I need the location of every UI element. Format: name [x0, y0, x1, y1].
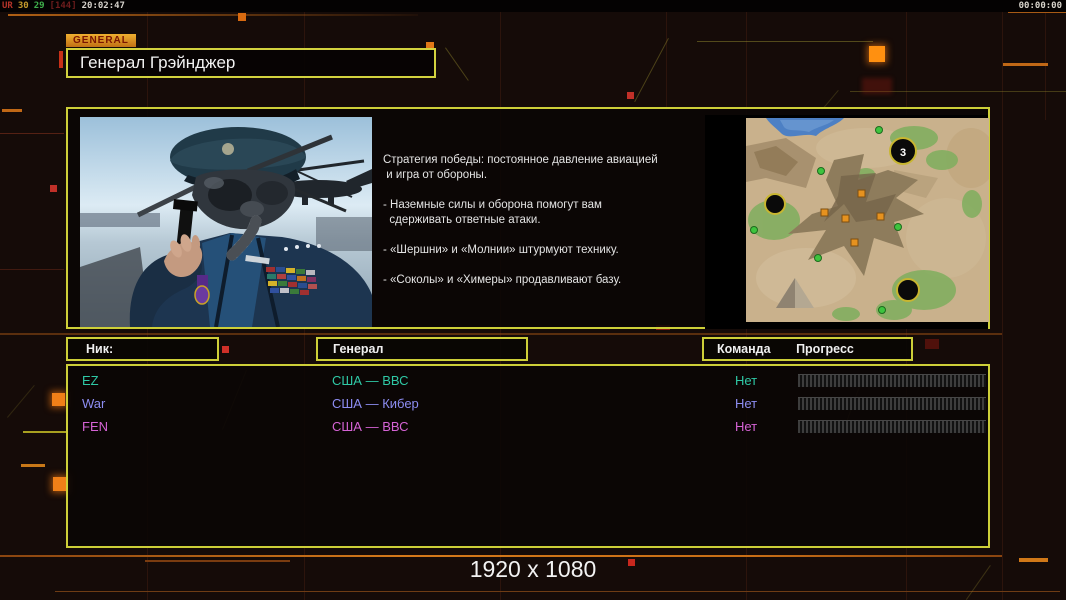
- minimap-panel: 3: [705, 115, 996, 329]
- column-header-team-progress: Команда Прогресс: [702, 337, 913, 361]
- stat-value: UR: [2, 1, 13, 11]
- player-team: Нет: [735, 373, 758, 388]
- minimap-art: 3: [746, 118, 996, 322]
- circuit-square: [925, 339, 939, 349]
- circuit-line: [7, 385, 35, 418]
- circuit-line: [0, 133, 64, 134]
- load-progress-bar: [798, 420, 986, 433]
- circuit-line: [697, 41, 873, 42]
- stat-value: 29: [33, 1, 45, 11]
- general-header-label: Генерал: [333, 342, 384, 356]
- clock-value: 20:02:47: [81, 1, 125, 11]
- column-header-general: Генерал: [316, 337, 528, 361]
- circuit-line: [23, 431, 66, 433]
- player-general: США — ВВС: [332, 373, 409, 388]
- player-team: Нет: [735, 396, 758, 411]
- circuit-line: [0, 269, 64, 270]
- circuit-line: [1002, 0, 1003, 600]
- player-general: США — ВВС: [332, 419, 409, 434]
- portrait-art: [80, 117, 372, 327]
- player-nick: War: [82, 396, 106, 411]
- strategy-text: Стратегия победы: постоянное давление ав…: [383, 154, 658, 286]
- player-nick: FEN: [82, 419, 108, 434]
- status-bar: UR 30 29 [144] 20:02:47 00:00:00: [0, 0, 1066, 12]
- stat-value: 30: [17, 1, 29, 11]
- player-row: EZ США — ВВС Нет: [68, 370, 988, 392]
- circuit-square: [627, 92, 634, 99]
- column-header-nick: Ник:: [66, 337, 219, 361]
- circuit-line: [2, 109, 22, 112]
- general-name-panel: Генерал Грэйнджер: [66, 48, 436, 78]
- circuit-line: [55, 591, 1060, 592]
- general-tab-label: GENERAL: [66, 34, 136, 47]
- start-position-number: 3: [900, 147, 906, 159]
- player-row: War США — Кибер Нет: [68, 393, 988, 415]
- team-header-label: Команда: [717, 342, 771, 356]
- nick-header-label: Ник:: [86, 342, 114, 356]
- circuit-square: [53, 477, 67, 491]
- player-row: FEN США — ВВС Нет: [68, 416, 988, 438]
- load-progress-bar: [798, 374, 986, 387]
- circuit-line: [634, 38, 669, 103]
- match-timer: 00:00:00: [1018, 1, 1062, 11]
- briefing-panel: Стратегия победы: постоянное давление ав…: [66, 107, 996, 329]
- circuit-square: [50, 185, 57, 192]
- circuit-line: [1045, 0, 1046, 120]
- circuit-line: [666, 0, 667, 110]
- player-team: Нет: [735, 419, 758, 434]
- circuit-square: [869, 46, 885, 62]
- circuit-line: [21, 464, 45, 467]
- circuit-line: [1003, 63, 1048, 66]
- circuit-square: [59, 51, 63, 68]
- fps-stats: UR 30 29 [144] 20:02:47: [2, 0, 130, 12]
- minimap-image: 3: [746, 118, 996, 322]
- circuit-square: [862, 78, 892, 94]
- progress-header-label: Прогресс: [796, 342, 854, 356]
- start-position-marker: [896, 278, 920, 302]
- circuit-line: [0, 333, 1002, 335]
- circuit-line: [445, 47, 469, 81]
- player-nick: EZ: [82, 373, 99, 388]
- loading-screen: UR 30 29 [144] 20:02:47 00:00:00 GENERAL Ген…: [0, 0, 1066, 600]
- player-general: США — Кибер: [332, 396, 419, 411]
- circuit-line: [8, 14, 418, 16]
- start-position-marker: [764, 193, 786, 215]
- general-portrait-image: [80, 117, 372, 327]
- circuit-square: [52, 393, 65, 406]
- resolution-label: 1920 x 1080: [469, 556, 597, 582]
- stat-value: [144]: [49, 1, 77, 11]
- load-progress-bar: [798, 397, 986, 410]
- general-name: Генерал Грэйнджер: [80, 53, 236, 72]
- circuit-square: [238, 13, 246, 21]
- circuit-square: [222, 346, 229, 353]
- player-list-panel: EZ США — ВВС Нет War США — Кибер Нет FEN…: [66, 364, 990, 548]
